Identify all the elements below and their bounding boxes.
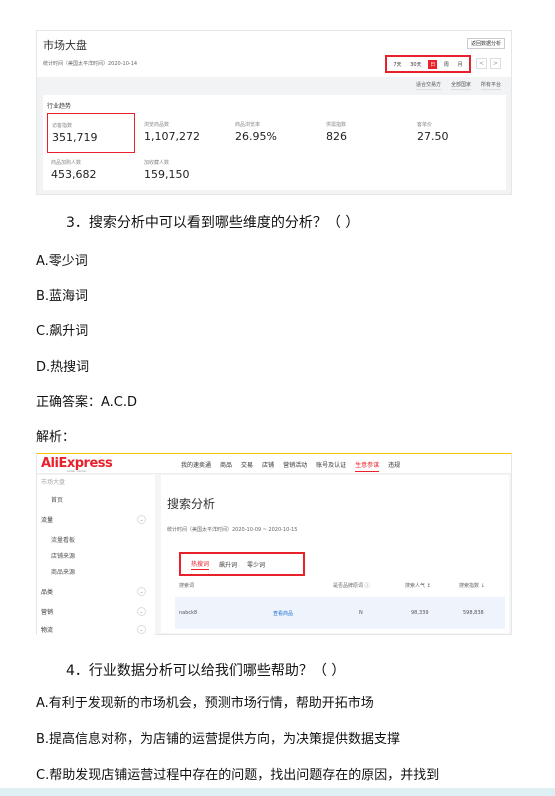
tab-few-results[interactable]: 零少词 [247,560,265,569]
metric-value: 826 [326,130,347,143]
period-selector: 7天 30天 日 周 月 [385,55,471,73]
sidebar: 市场大盘 首页 流量 ⌄ 流量看板 店铺来源 商品来源 品类 ⌄ 营销 ⌄ 物流… [37,475,155,635]
filter-trade[interactable]: 适合交易方 [415,81,441,90]
aliexpress-topbar: AliExpress Seller Center 我的速卖通 商品 交易 店铺 … [37,454,511,474]
chevron-down-icon[interactable]: ⌄ [137,625,146,634]
sidebar-item-traffic[interactable]: 流量 [41,515,53,524]
chevron-down-icon[interactable]: ⌄ [137,607,146,616]
menu-marketing[interactable]: 营销活动 [283,460,307,472]
sidebar-item-category[interactable]: 品类 [41,587,53,596]
metric-add-cart[interactable]: 商品加购人数 453,682 [47,151,135,191]
sidebar-item-store-source[interactable]: 店铺来源 [51,551,75,560]
stat-time: 统计时间（美国太平洋时间）2020-10-09 ~ 2020-10-15 [167,527,298,533]
q4-option-c: C.帮助发现店铺运营过程中存在的问题，找出问题存在的原因，并找到 [36,768,440,783]
q3-answer: 正确答案：A.C.D [36,395,138,410]
metric-supply-demand[interactable]: 供需指数 826 [322,113,410,153]
tab-hot-search[interactable]: 热搜词 [191,559,210,570]
search-analysis-screenshot: AliExpress Seller Center 我的速卖通 商品 交易 店铺 … [36,453,512,635]
sidebar-item-logistics[interactable]: 物流 [41,625,53,634]
sidebar-item-traffic-board[interactable]: 流量看板 [51,535,75,544]
export-button[interactable]: 返回数据分析 [466,38,505,49]
q3-option-c: C.飙升词 [36,324,89,339]
period-day[interactable]: 日 [428,59,438,69]
cell-index: 598,838 [463,610,484,616]
period-month[interactable]: 月 [456,60,465,69]
period-30d[interactable]: 30天 [408,60,423,69]
period-7d[interactable]: 7天 [391,60,403,69]
metric-label: 供需指数 [326,122,347,128]
period-week[interactable]: 周 [442,60,451,69]
market-overview-header: 市场大盘 返回数据分析 统计时间（美国太平洋时间）2020-10-14 7天 3… [37,31,511,77]
metric-label: 商品加购人数 [51,160,82,166]
col-popularity[interactable]: 搜索人气 ↕ [405,582,431,589]
sidebar-item-marketing[interactable]: 营销 [41,607,53,616]
filter-country[interactable]: 全部国家 [450,81,471,90]
menu-store[interactable]: 店铺 [262,460,274,472]
table-row: nabck8 查看商品 N 98,339 598,838 [175,597,505,629]
metric-label: 商品浏览率 [235,122,261,128]
metric-label: 客单价 [417,122,433,128]
search-analysis-panel: 搜索分析 统计时间（美国太平洋时间）2020-10-09 ~ 2020-10-1… [161,475,509,633]
col-brand[interactable]: 是否品牌原词 ⓘ [333,582,370,589]
q3-analysis-label: 解析： [36,430,76,445]
menu-business-advisor[interactable]: 生意参谋 [355,460,380,472]
col-search-term: 搜索词 [179,583,195,589]
cell-brand: N [359,610,363,616]
page-title: 搜索分析 [167,497,216,511]
metric-value: 1,107,272 [144,130,200,143]
q4-option-b: B.提高信息对称，为店铺的运营提供方向，为决策提供数据支撑 [36,732,401,747]
tab-rising[interactable]: 飙升词 [219,560,237,569]
metric-browse-count[interactable]: 浏览商品数 1,107,272 [140,113,228,153]
chevron-down-icon[interactable]: ⌄ [137,587,146,596]
industry-trend-card: 行业趋势 访客指数 351,719 浏览商品数 1,107,272 商品浏览率 … [43,95,506,190]
sidebar-item-market[interactable]: 市场大盘 [41,477,65,486]
metric-favorites[interactable]: 加收藏人数 159,150 [140,151,228,191]
prev-arrow-icon[interactable]: < [476,58,487,69]
menu-my-aliexpress[interactable]: 我的速卖通 [181,460,211,472]
col-index[interactable]: 搜索指数 ↓ [459,582,485,589]
cell-term: nabck8 [179,610,198,616]
cell-popularity: 98,339 [411,610,429,616]
q3-option-b: B.蓝海词 [36,289,89,304]
sidebar-item-product-source[interactable]: 商品来源 [51,567,75,576]
card-title: 行业趋势 [47,103,72,110]
filters-bar: 适合交易方 全部国家 所有平台 [415,81,501,90]
menu-products[interactable]: 商品 [220,460,232,472]
stat-time: 统计时间（美国太平洋时间）2020-10-14 [43,61,138,67]
market-overview-screenshot: 市场大盘 返回数据分析 统计时间（美国太平洋时间）2020-10-14 7天 3… [36,30,512,195]
date-nav: < > [476,58,501,69]
menu-account[interactable]: 账号及认证 [316,460,346,472]
search-term-tabs: 热搜词 飙升词 零少词 [179,552,305,576]
metric-value: 159,150 [144,168,190,181]
question-4-stem: 4．行业数据分析可以给我们哪些帮助？（ ） [66,663,346,679]
chevron-down-icon[interactable]: ⌄ [137,515,146,524]
view-products-link[interactable]: 查看商品 [273,610,293,617]
metric-visitor-index[interactable]: 访客指数 351,719 [47,113,135,153]
filter-platform[interactable]: 所有平台 [480,81,501,90]
question-3-stem: 3．搜索分析中可以看到哪些维度的分析？（ ） [66,215,360,231]
metric-value: 351,719 [52,131,98,144]
metric-label: 加收藏人数 [144,160,170,166]
metric-avg-order[interactable]: 客单价 27.50 [413,113,501,153]
metric-value: 453,682 [51,168,97,181]
metric-label: 访客指数 [52,123,73,129]
q4-option-a: A.有利于发现新的市场机会，预测市场行情，帮助开拓市场 [36,696,374,711]
next-arrow-icon[interactable]: > [490,58,501,69]
menu-orders[interactable]: 交易 [241,460,253,472]
market-overview-title: 市场大盘 [43,39,87,52]
metric-value: 27.50 [417,130,449,143]
q3-option-d: D.热搜词 [36,360,90,375]
q3-option-a: A.零少词 [36,254,88,269]
metric-browse-rate[interactable]: 商品浏览率 26.95% [231,113,319,153]
bottom-strip [0,788,555,796]
top-menu: 我的速卖通 商品 交易 店铺 营销活动 账号及认证 生意参谋 违规 [181,460,400,472]
metric-label: 浏览商品数 [144,122,170,128]
logo-subtitle: Seller Center [67,469,87,473]
metric-value: 26.95% [235,130,277,143]
menu-violations[interactable]: 违规 [388,460,400,472]
sidebar-item-home[interactable]: 首页 [51,495,63,504]
